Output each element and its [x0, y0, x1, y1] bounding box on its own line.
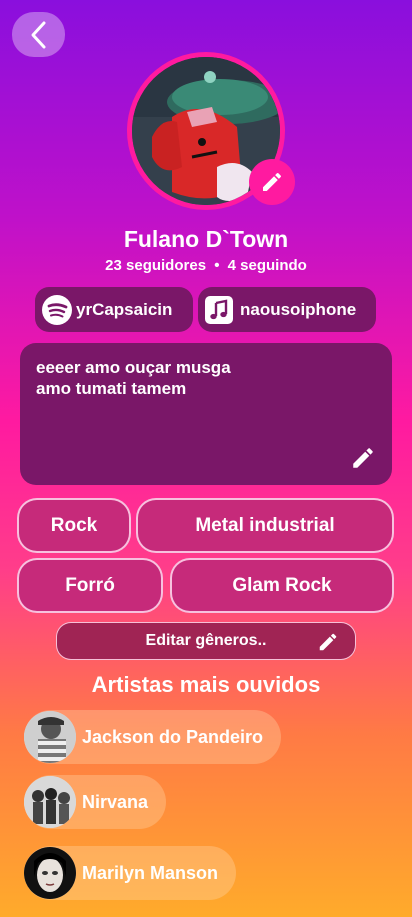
music-username: naousoiphone [240, 299, 357, 319]
spotify-username: yrCapsaicin [76, 299, 173, 319]
top-artists-title: Artistas mais ouvidos [91, 672, 321, 697]
separator: • [214, 257, 220, 274]
pencil-icon [319, 633, 337, 651]
apple-music-link[interactable]: naousoiphone [198, 287, 376, 332]
artist-item[interactable]: Jackson do Pandeiro [24, 710, 282, 764]
genre-chip[interactable]: Metal industrial [136, 498, 394, 553]
edit-genres-button[interactable]: Editar gêneros.. [56, 622, 356, 660]
edit-genres-label: Editar gêneros.. [145, 632, 267, 649]
artist-photo [24, 711, 76, 763]
artist-photo [24, 847, 76, 899]
artist-name: Jackson do Pandeiro [82, 726, 264, 747]
back-button[interactable] [12, 12, 65, 57]
pencil-icon[interactable] [350, 445, 376, 471]
follow-stats: 23 seguidores • 4 seguindo [0, 257, 412, 274]
bio-line: eeeer amo ouçar musga [36, 358, 231, 377]
profile-name: Fulano D`Town [123, 226, 289, 252]
artist-name: Nirvana [82, 791, 149, 812]
artist-name: Marilyn Manson [82, 862, 219, 883]
bio-box[interactable]: eeeer amo ouçar musga amo tumati tamem [20, 343, 392, 485]
spotify-link[interactable]: yrCapsaicin [35, 287, 193, 332]
pencil-icon [263, 172, 282, 191]
following-count[interactable]: 4 seguindo [228, 257, 307, 274]
artist-photo [24, 776, 76, 828]
spotify-icon [42, 294, 72, 325]
genre-chip[interactable]: Rock [17, 498, 131, 553]
chevron-left-icon [31, 21, 45, 48]
artist-item[interactable]: Marilyn Manson [24, 846, 237, 900]
edit-avatar-button[interactable] [249, 159, 295, 205]
music-note-icon [205, 295, 233, 324]
genre-chip[interactable]: Forró [17, 558, 163, 613]
artist-item[interactable]: Nirvana [24, 775, 167, 829]
genre-chip[interactable]: Glam Rock [170, 558, 394, 613]
followers-count[interactable]: 23 seguidores [105, 257, 206, 274]
bio-line: amo tumati tamem [36, 379, 187, 398]
